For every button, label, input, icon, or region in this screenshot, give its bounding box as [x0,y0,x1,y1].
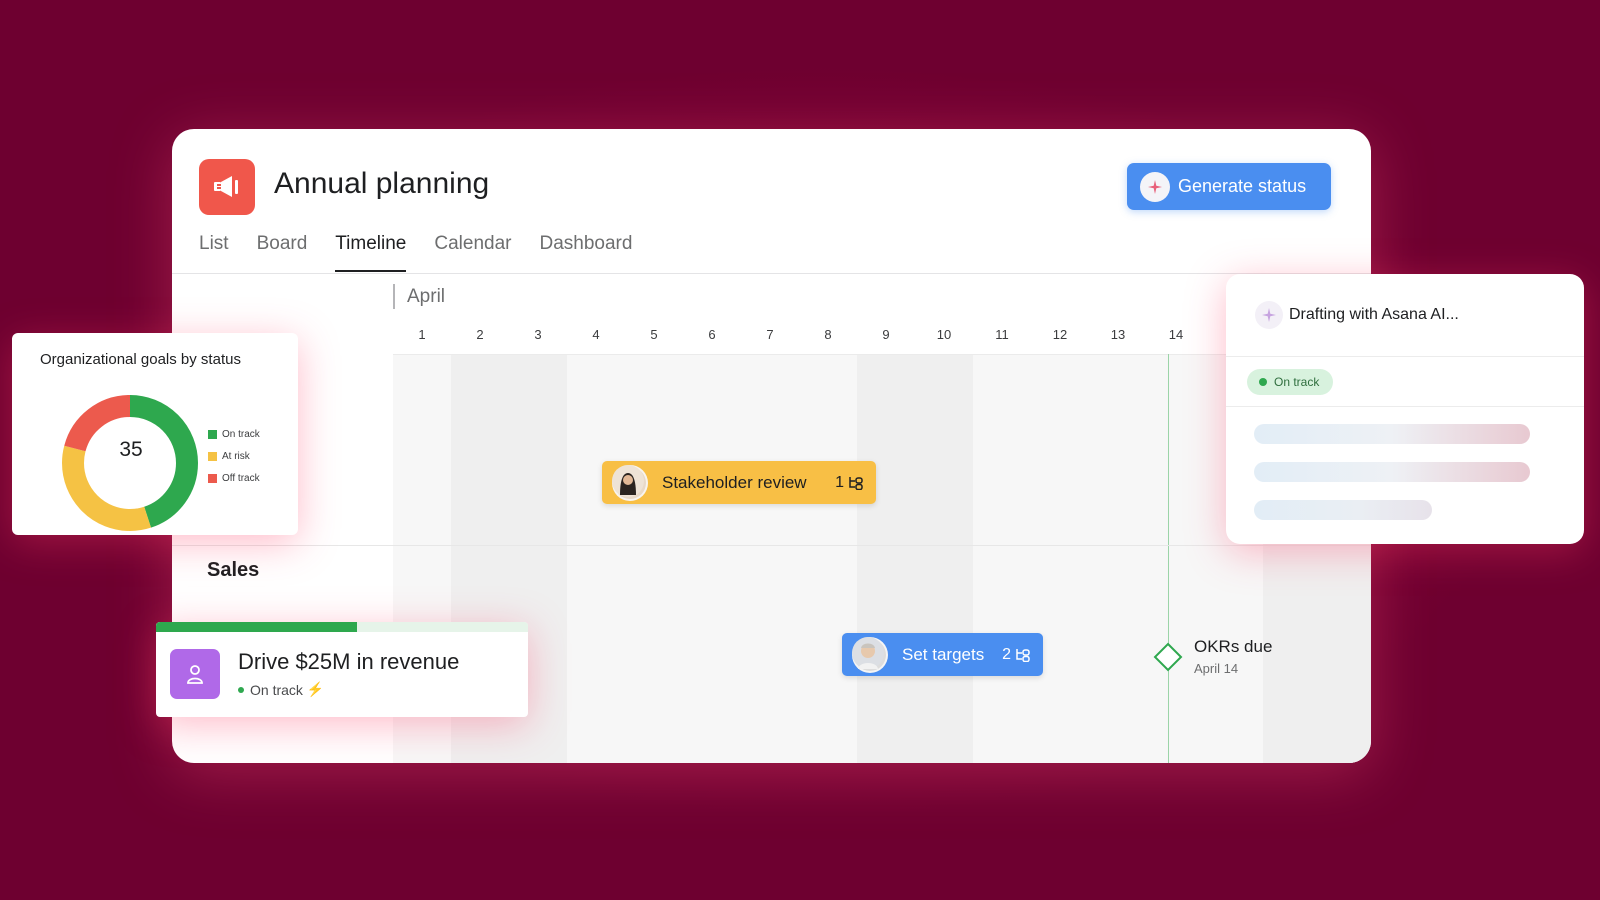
day-label: 5 [650,327,658,342]
day-label: 11 [995,327,1009,342]
divider [1226,356,1584,357]
loading-placeholder-line [1254,500,1432,520]
day-label: 3 [534,327,542,342]
avatar [612,464,648,501]
ai-drafting-card[interactable]: Drafting with Asana AI... On track [1226,274,1584,544]
day-label: 6 [708,327,716,342]
milestone-title[interactable]: OKRs due [1194,637,1272,657]
day-label: 9 [882,327,890,342]
legend-label: On track [222,428,260,440]
weekend-column [857,355,915,763]
subtask-count: 2 [1002,645,1011,663]
month-marker [393,284,395,309]
goal-progress-fill [156,622,357,632]
divider [1226,406,1584,407]
milestone-diamond-icon[interactable] [1153,642,1183,672]
month-label: April [407,286,446,307]
legend-item-off-track: Off track [208,467,260,489]
section-label-sales[interactable]: Sales [207,559,259,582]
task-name: Stakeholder review [662,472,807,492]
megaphone-icon[interactable] [199,159,255,215]
task-stakeholder-review[interactable]: Stakeholder review 1 [602,461,876,504]
task-name: Set targets [902,644,985,664]
day-label: 8 [824,327,832,342]
status-badge-label: On track [1274,375,1320,389]
goal-status-label: On track [250,681,303,698]
tab-timeline[interactable]: Timeline [335,229,407,272]
goals-by-status-card[interactable]: Organizational goals by status 35 On tra… [12,333,298,535]
legend-label: At risk [222,450,250,462]
legend-item-on-track: On track [208,423,260,445]
status-dot [238,686,244,693]
day-label: 13 [1110,327,1126,342]
timeline-grid[interactable] [393,354,1371,763]
day-label: 10 [936,327,952,342]
status-badge[interactable]: On track [1247,369,1334,395]
today-marker-line [1168,354,1169,763]
day-label: 14 [1168,327,1184,342]
donut-legend: On track At risk Off track [208,423,260,489]
day-label: 12 [1052,327,1068,342]
ai-card-title: Drafting with Asana AI... [1289,306,1459,323]
view-tabs: List Board Timeline Calendar Dashboard [199,229,660,272]
day-label: 7 [766,327,774,342]
legend-swatch [208,451,217,461]
sparkle-icon [1255,301,1283,329]
day-header-row: 1 2 3 4 5 6 7 8 9 10 11 12 13 14 1 [393,327,1371,353]
tab-board[interactable]: Board [257,229,308,271]
loading-placeholder-line [1254,424,1530,444]
goal-title: Drive $25M in revenue [238,649,460,674]
tab-calendar[interactable]: Calendar [434,229,511,271]
day-label: 1 [418,327,426,342]
goal-user-icon [170,649,220,699]
legend-item-at-risk: At risk [208,445,260,467]
generate-status-button[interactable]: Generate status [1127,163,1331,210]
legend-swatch [208,429,217,439]
avatar [852,636,888,673]
tab-list[interactable]: List [199,229,229,271]
generate-status-label: Generate status [1178,176,1307,196]
day-label: 4 [592,327,600,342]
lightning-icon: ⚡ [306,681,325,697]
subtask-icon [848,476,864,490]
subtask-icon [1015,648,1031,662]
donut-total: 35 [119,438,143,461]
goal-status: On track ⚡ [238,681,324,698]
card-title: Organizational goals by status [40,351,241,368]
task-set-targets[interactable]: Set targets 2 [842,633,1043,676]
day-label: 2 [476,327,484,342]
status-donut-chart [62,395,198,531]
status-dot [1259,378,1267,386]
milestone-date: April 14 [1194,661,1239,676]
legend-swatch [208,473,217,483]
legend-label: Off track [222,472,260,484]
goal-progress-track [156,622,528,632]
subtask-count: 1 [835,473,844,491]
goal-card[interactable]: Drive $25M in revenue On track ⚡ [156,622,528,717]
tab-dashboard[interactable]: Dashboard [539,229,632,271]
loading-placeholder-line [1254,462,1530,482]
section-divider [172,545,1371,546]
page-title: Annual planning [274,167,490,200]
weekend-column [915,355,973,763]
sparkle-icon [1140,171,1170,202]
